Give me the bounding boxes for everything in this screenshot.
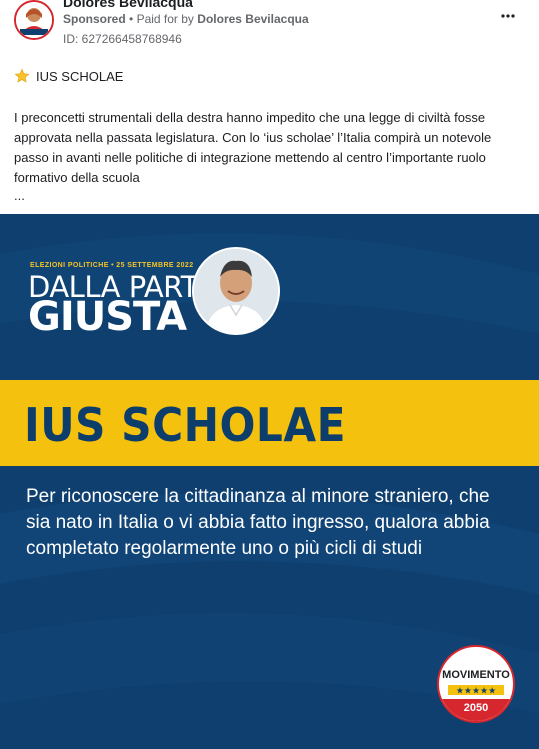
sponsored-line: Sponsored • Paid for by Dolores Bevilacq… [63,12,309,26]
ad-header: Dolores Bevilacqua Sponsored • Paid for … [0,0,539,56]
party-logo-year: 2050 [439,699,513,721]
advertiser-avatar[interactable] [14,0,54,40]
election-date-tag: ELEZIONI POLITICHE • 25 SETTEMBRE 2022 [30,262,194,269]
meta-separator: • [129,12,137,26]
slogan-bottom: GIUSTA [28,294,187,340]
party-logo: MOVIMENTO ★★★★★ 2050 [437,645,515,723]
post-title-text: IUS SCHOLAE [36,68,124,84]
advertiser-name[interactable]: Dolores Bevilacqua [63,0,193,10]
person-portrait-icon [194,249,278,333]
sponsored-label: Sponsored [63,12,126,26]
ad-creative-image[interactable]: ELEZIONI POLITICHE • 25 SETTEMBRE 2022 D… [0,214,539,749]
paid-for-prefix: Paid for by [136,12,194,26]
party-logo-name: MOVIMENTO [442,669,510,681]
avatar-image-icon [16,2,52,38]
candidate-portrait [192,247,280,335]
post-title: IUS SCHOLAE [14,68,123,84]
more-dots-icon [501,14,515,18]
paid-for-name[interactable]: Dolores Bevilacqua [197,12,308,26]
ad-id: ID: 627266458768946 [63,32,182,46]
see-more-ellipsis[interactable]: ... [14,188,25,203]
headline: IUS SCHOLAE [24,398,346,452]
star-icon [14,68,30,83]
svg-text:★★★★★: ★★★★★ [456,687,496,696]
creative-description: Per riconoscere la cittadinanza al minor… [26,486,490,559]
more-options-button[interactable] [497,6,519,26]
post-body: I preconcetti strumentali della destra h… [14,110,492,185]
headline-band: IUS SCHOLAE [0,380,539,466]
five-stars-icon: ★★★★★ [448,685,504,695]
